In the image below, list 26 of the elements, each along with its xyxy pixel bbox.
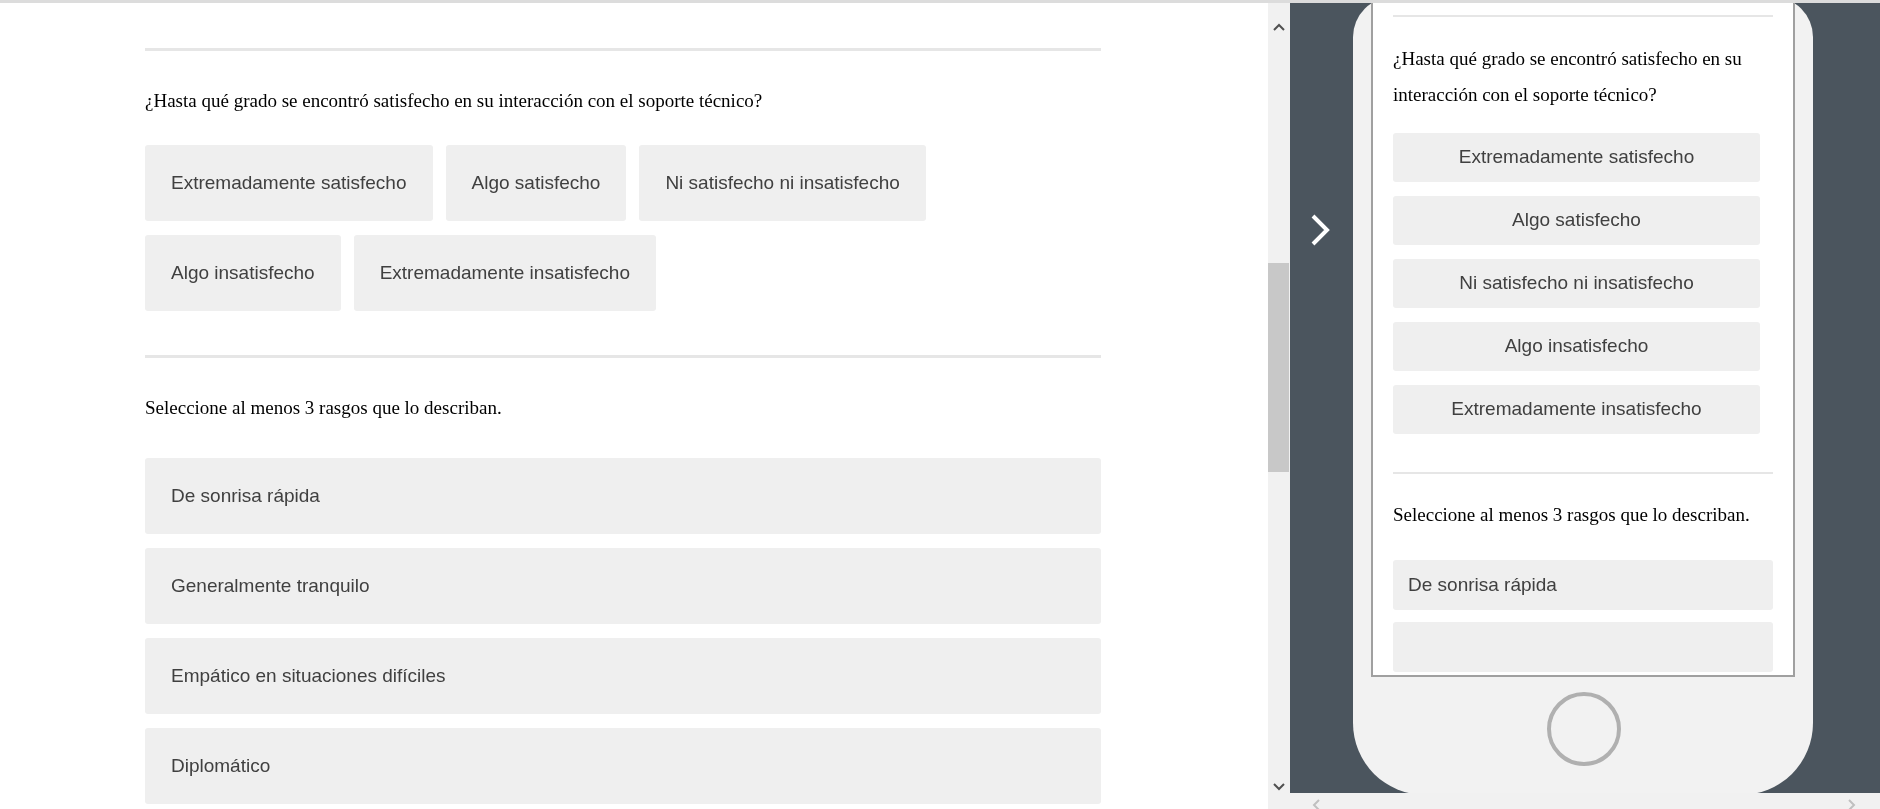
question-text: Seleccione al menos 3 rasgos que lo describan. — [145, 396, 503, 420]
chevron-right-icon[interactable] — [1310, 214, 1330, 246]
scrollbar-thumb[interactable] — [1268, 263, 1289, 472]
option-button[interactable]: De sonrisa rápida — [1393, 560, 1773, 610]
option-button[interactable]: Ni satisfecho ni insatisfecho — [1393, 259, 1760, 308]
option-button[interactable]: Algo satisfecho — [445, 145, 627, 221]
option-button[interactable]: Extremadamente insatisfecho — [353, 235, 656, 311]
question-text: ¿Hasta qué grado se encontró satisfecho en su interacción con el soporte técnico? — [145, 89, 764, 113]
option-button[interactable]: Diplomático — [145, 728, 1101, 804]
option-button[interactable]: Algo insatisfecho — [1393, 322, 1760, 371]
option-button[interactable]: Extremadamente satisfecho — [145, 145, 433, 221]
option-button[interactable]: Generalmente tranquilo — [145, 548, 1101, 624]
option-button[interactable]: Algo satisfecho — [1393, 196, 1760, 245]
option-button[interactable]: Extremadamente insatisfecho — [1393, 385, 1760, 434]
scroll-left-icon[interactable] — [1312, 799, 1320, 809]
question-text: ¿Hasta qué grado se encontró satisfecho en su interacción con el soporte técnico? — [1393, 47, 1743, 107]
question-text: Seleccione al menos 3 rasgos que lo describan. — [1393, 503, 1751, 527]
scroll-down-icon[interactable] — [1273, 783, 1285, 791]
option-button[interactable]: Ni satisfecho ni insatisfecho — [639, 145, 926, 221]
option-button[interactable]: Algo insatisfecho — [145, 235, 341, 311]
home-button[interactable] — [1547, 692, 1621, 766]
scroll-right-icon[interactable] — [1848, 799, 1856, 809]
scroll-up-icon[interactable] — [1273, 23, 1285, 31]
option-button[interactable]: Empático en situaciones difíciles — [145, 638, 1101, 714]
option-button[interactable]: Extremadamente satisfecho — [1393, 133, 1760, 182]
option-button[interactable]: De sonrisa rápida — [145, 458, 1101, 534]
